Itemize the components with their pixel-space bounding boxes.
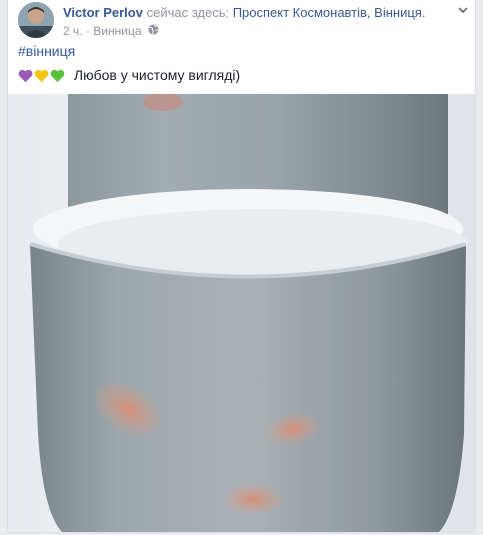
post-text-line: Любов у чистому вигляді) xyxy=(18,66,240,87)
yellow-heart-icon xyxy=(34,69,49,83)
post-time[interactable]: 2 ч. xyxy=(63,24,83,38)
checkin-place[interactable]: Проспект Космонавтів, Вінниця. xyxy=(233,5,426,20)
globe-icon[interactable] xyxy=(148,23,159,39)
checkin-action: сейчас здесь: xyxy=(146,5,230,20)
post-card: Victor Perlov сейчас здесь: Проспект Кос… xyxy=(7,0,476,533)
post-meta: 2 ч. · Винница xyxy=(63,22,159,39)
avatar[interactable] xyxy=(18,2,54,38)
post-header: Victor Perlov сейчас здесь: Проспект Кос… xyxy=(18,2,471,42)
post-hashtag[interactable]: #вінниця xyxy=(18,43,75,59)
author-name[interactable]: Victor Perlov xyxy=(63,5,143,20)
purple-heart-icon xyxy=(18,69,33,83)
more-options-icon[interactable] xyxy=(455,2,471,18)
post-photo[interactable] xyxy=(8,94,475,532)
post-text: Любов у чистому вигляді) xyxy=(73,67,241,83)
post-city[interactable]: Винница xyxy=(93,24,141,38)
meta-separator: · xyxy=(85,23,90,38)
post-title-line: Victor Perlov сейчас здесь: Проспект Кос… xyxy=(63,4,425,22)
emoji-hearts xyxy=(18,69,66,87)
green-heart-icon xyxy=(50,69,65,83)
